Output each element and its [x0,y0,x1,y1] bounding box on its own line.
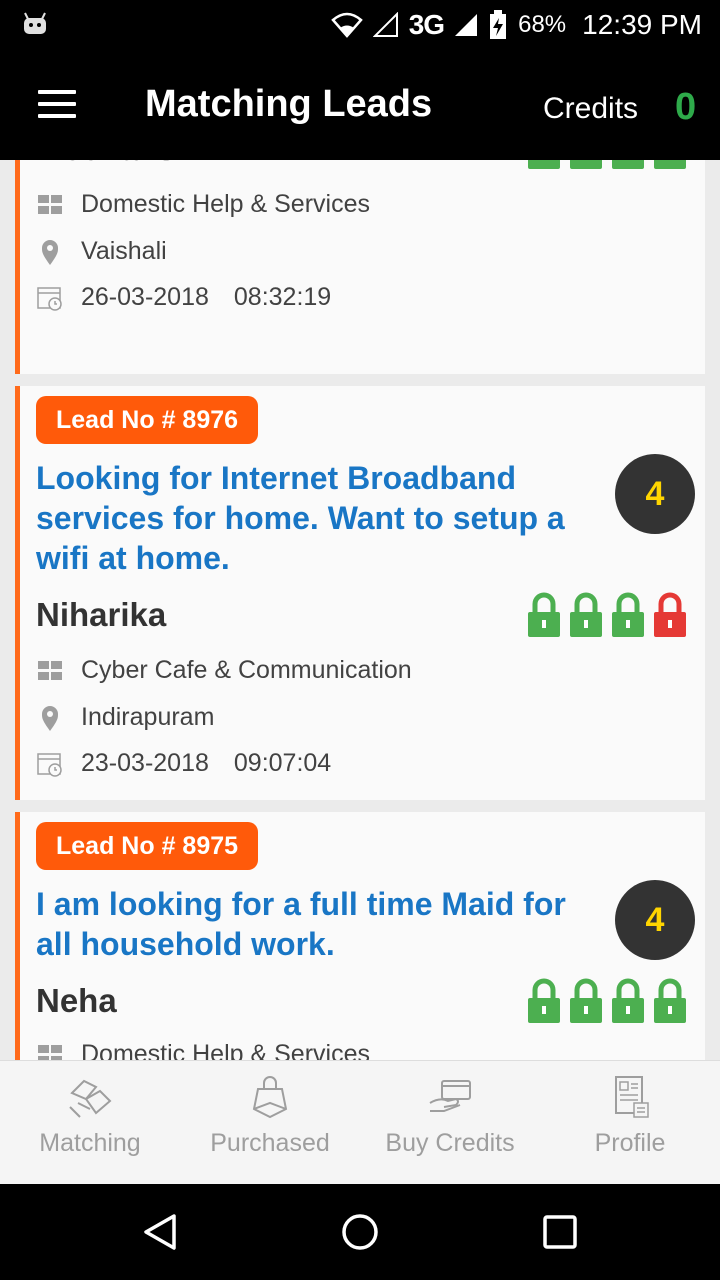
nav-label: Matching [39,1129,141,1157]
category-grid-icon [38,660,62,680]
location-pin-icon [42,239,58,265]
lock-icon [528,978,560,1023]
lock-icon [612,978,644,1023]
customer-name: Niharika [36,596,167,633]
category-row: Domestic Help & Services [36,1040,370,1060]
location-row: Vaishali [36,237,167,266]
back-icon[interactable] [140,1212,180,1252]
credits-value[interactable]: 0 [675,86,696,129]
calendar-clock-icon [37,752,62,777]
nav-profile[interactable]: Profile [540,1061,720,1184]
customer-name: Meenakshi [36,160,205,168]
location-pin-icon [42,705,58,731]
battery-charging-icon [490,10,507,39]
lead-list[interactable]: Meenakshi Domestic Help & Services Vaish… [0,160,720,1060]
bottom-navigation: Matching Purchased Buy Credits Profile [0,1060,720,1184]
lead-card[interactable]: Lead No # 8976 Looking for Internet Broa… [15,386,705,800]
lock-indicators [527,160,687,170]
lock-icon [570,592,602,637]
lock-icon [528,592,560,637]
lock-icon [570,160,602,169]
lead-number-badge: Lead No # 8976 [36,396,259,444]
lead-title[interactable]: I am looking for a full time Maid for al… [36,884,596,964]
location-text: Indirapuram [81,703,215,731]
category-row: Domestic Help & Services [36,190,370,219]
nav-matching[interactable]: Matching [0,1061,180,1184]
wifi-icon [330,12,363,38]
time-text: 08:32:19 [233,283,332,311]
category-grid-icon [38,1044,62,1060]
category-grid-icon [38,194,62,214]
lock-icon [654,592,686,637]
shopping-bag-icon [252,1076,288,1119]
credits-label: Credits [543,92,639,125]
clock: 12:39 PM [582,9,702,40]
nav-buy-credits[interactable]: Buy Credits [360,1061,540,1184]
response-count-badge: 4 [615,880,695,960]
datetime-row: 26-03-2018 08:32:19 [36,283,331,312]
lock-icon [612,592,644,637]
datetime-row: 23-03-2018 09:07:04 [36,749,331,778]
lock-icon [612,160,644,169]
category-text: Domestic Help & Services [81,190,370,218]
android-icon [24,12,46,34]
date-text: 23-03-2018 [81,749,209,777]
category-text: Cyber Cafe & Communication [81,656,412,684]
app-bar: Matching Leads Credits 0 [0,50,720,160]
lock-icon [654,160,686,169]
time-text: 09:07:04 [233,749,332,777]
menu-icon[interactable] [38,90,76,120]
handshake-icon [69,1079,112,1118]
signal-icon [372,12,398,37]
calendar-clock-icon [37,286,62,311]
customer-name: Neha [36,982,117,1019]
nav-purchased[interactable]: Purchased [180,1061,360,1184]
system-status: 3G 68% 12:39 PM [330,8,702,42]
battery-percentage: 68% [518,11,567,38]
lock-indicators [527,592,687,638]
category-text: Domestic Help & Services [81,1040,370,1060]
category-row: Cyber Cafe & Communication [36,656,412,685]
home-icon[interactable] [340,1212,380,1252]
lock-icon [528,160,560,169]
lock-icon [570,978,602,1023]
network-type: 3G [408,9,445,40]
lead-number-badge: Lead No # 8975 [36,822,259,870]
payment-card-icon [429,1080,471,1112]
nav-label: Buy Credits [385,1129,515,1157]
lead-card[interactable]: Meenakshi Domestic Help & Services Vaish… [15,160,705,374]
system-navigation-bar [0,1184,720,1280]
lead-title[interactable]: Looking for Internet Broadband services … [36,458,596,578]
date-text: 26-03-2018 [81,283,209,311]
lock-icon [654,978,686,1023]
recents-icon[interactable] [540,1212,580,1252]
status-bar: 3G 68% 12:39 PM [0,0,720,50]
location-row: Indirapuram [36,703,214,732]
app-screen: 3G 68% 12:39 PM Matching Leads Credits 0… [0,0,720,1280]
page-title: Matching Leads [145,83,433,125]
nav-label: Purchased [210,1129,330,1157]
nav-label: Profile [594,1129,666,1157]
signal-icon [455,14,478,36]
response-count-badge: 4 [615,454,695,534]
profile-document-icon [615,1076,649,1118]
location-text: Vaishali [81,237,167,265]
lock-indicators [527,978,687,1024]
lead-card[interactable]: Lead No # 8975 I am looking for a full t… [15,812,705,1060]
